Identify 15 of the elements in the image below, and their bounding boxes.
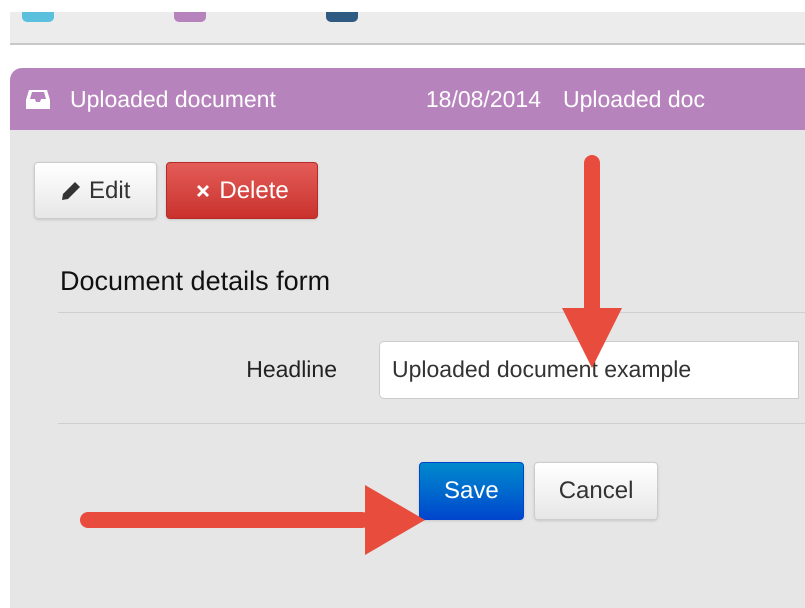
field-label: Headline	[245, 355, 338, 384]
tab-icon[interactable]	[174, 12, 206, 22]
panel-title: Uploaded document	[70, 84, 276, 114]
inbox-icon	[26, 88, 50, 110]
pencil-icon	[61, 180, 81, 200]
edit-button[interactable]: Edit	[34, 162, 158, 219]
panel-date: 18/08/2014	[426, 84, 541, 114]
save-button[interactable]: Save	[419, 462, 524, 520]
headline-field[interactable]: Uploaded document example	[379, 340, 799, 398]
close-icon	[195, 182, 212, 198]
panel-summary: Uploaded doc	[563, 84, 705, 114]
form-title: Document details form	[60, 265, 332, 298]
cancel-button[interactable]: Cancel	[534, 462, 658, 520]
delete-button[interactable]: Delete	[166, 162, 318, 219]
tab-icon[interactable]	[326, 12, 358, 22]
